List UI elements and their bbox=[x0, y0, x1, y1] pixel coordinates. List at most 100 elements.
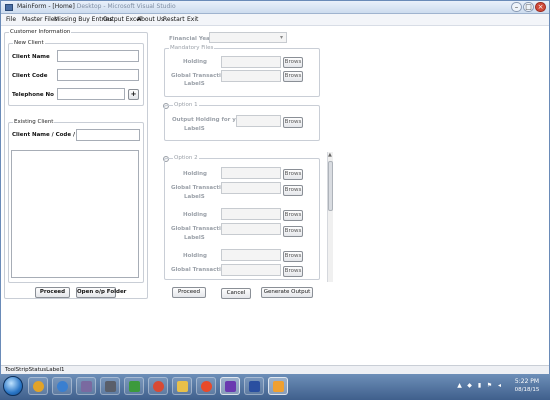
client-code-input[interactable] bbox=[57, 69, 139, 81]
client-search-input[interactable] bbox=[76, 129, 140, 141]
tray-arrow-icon[interactable]: ▲ bbox=[456, 382, 463, 389]
video-icon bbox=[129, 381, 140, 392]
taskbar-app-11[interactable] bbox=[268, 377, 288, 395]
gt-input-3[interactable] bbox=[221, 264, 281, 276]
taskbar-app-9[interactable] bbox=[220, 377, 240, 395]
minimize-button[interactable]: – bbox=[511, 2, 522, 12]
client-name-input[interactable] bbox=[57, 50, 139, 62]
mandatory-gt-input[interactable] bbox=[221, 70, 281, 82]
proceed-button[interactable]: Proceed bbox=[172, 287, 206, 298]
telephone-label: Telephone No bbox=[12, 92, 54, 98]
tray-volume-icon[interactable]: ◂ bbox=[496, 382, 503, 389]
window-title-extra: Desktop - Microsoft Visual Studio bbox=[76, 3, 176, 10]
output-holding-input[interactable] bbox=[236, 115, 281, 127]
menu-restart[interactable]: Restart bbox=[163, 16, 185, 23]
output-holding-label: Output Holding for year bbox=[172, 117, 247, 123]
taskbar-app-7[interactable] bbox=[172, 377, 192, 395]
chrome-icon bbox=[153, 381, 164, 392]
clock-time[interactable]: 5:22 PM bbox=[512, 378, 542, 385]
menu-master-files[interactable]: Master Files bbox=[22, 16, 58, 23]
cancel-button[interactable]: Cancel bbox=[221, 288, 251, 299]
client-list[interactable] bbox=[11, 150, 139, 278]
chevron-down-icon: ▾ bbox=[279, 34, 283, 41]
existing-client-label: Existing Client bbox=[13, 119, 55, 125]
gt-input-1[interactable] bbox=[221, 182, 281, 194]
gt-browse-button-1[interactable]: Brows bbox=[283, 185, 303, 196]
app-icon bbox=[5, 4, 13, 11]
mandatory-files-label: Mandatory Files bbox=[169, 45, 215, 51]
client-code-label: Client Code bbox=[12, 73, 48, 79]
tray-network-icon[interactable]: ▮ bbox=[476, 382, 483, 389]
tray-flag-icon[interactable]: ⚑ bbox=[486, 382, 493, 389]
client-name-label: Client Name bbox=[12, 54, 50, 60]
close-button[interactable]: × bbox=[535, 2, 546, 12]
proceed-client-button[interactable]: Proceed bbox=[35, 287, 70, 298]
taskbar-app-5[interactable] bbox=[124, 377, 144, 395]
browser-icon bbox=[57, 381, 68, 392]
option2-label: Option 2 bbox=[173, 155, 199, 161]
mandatory-gt-browse-button[interactable]: Brows bbox=[283, 71, 303, 82]
taskbar-app-3[interactable] bbox=[76, 377, 96, 395]
network-icon bbox=[249, 381, 260, 392]
taskbar-app-10[interactable] bbox=[244, 377, 264, 395]
title-bar: MainForm - [Home] Desktop - Microsoft Vi… bbox=[1, 1, 549, 14]
taskbar-app-6[interactable] bbox=[148, 377, 168, 395]
customer-info-label: Customer Information bbox=[9, 29, 72, 35]
status-label: ToolStripStatusLabel1 bbox=[5, 367, 65, 373]
scroll-up-icon[interactable]: ▲ bbox=[328, 152, 332, 158]
gt-browse-button-3[interactable]: Brows bbox=[283, 266, 303, 277]
holding-label-2: Holding bbox=[183, 212, 207, 218]
clock-date[interactable]: 08/18/15 bbox=[512, 387, 542, 393]
folder-icon bbox=[177, 381, 188, 392]
holding-input-1[interactable] bbox=[221, 167, 281, 179]
main-window: MainForm - [Home] Desktop - Microsoft Vi… bbox=[0, 0, 550, 400]
taskbar-app-4[interactable] bbox=[100, 377, 120, 395]
add-client-button[interactable]: + bbox=[128, 89, 139, 100]
media-player-icon bbox=[33, 381, 44, 392]
gt-browse-button-2[interactable]: Brows bbox=[283, 226, 303, 237]
maximize-button[interactable]: □ bbox=[523, 2, 534, 12]
financial-year-label: Financial Year bbox=[169, 36, 213, 42]
pen-icon bbox=[105, 381, 116, 392]
mandatory-holding-label: Holding bbox=[183, 59, 207, 65]
mandatory-gt-label: Global Transaction bbox=[171, 73, 229, 79]
gt-label-2: Global Transaction bbox=[171, 226, 229, 232]
holding-input-3[interactable] bbox=[221, 249, 281, 261]
taskbar-app-1[interactable] bbox=[28, 377, 48, 395]
mandatory-holding-input[interactable] bbox=[221, 56, 281, 68]
firefox-icon bbox=[201, 381, 212, 392]
mandatory-gt-label-2: LabelS bbox=[184, 81, 205, 87]
output-holding-label-2: LabelS bbox=[184, 126, 205, 132]
output-holding-browse-button[interactable]: Brows bbox=[283, 117, 303, 128]
mandatory-holding-browse-button[interactable]: Brows bbox=[283, 57, 303, 68]
menu-bar: File Master Files Missing Buy Entries Ou… bbox=[1, 14, 549, 26]
holding-input-2[interactable] bbox=[221, 208, 281, 220]
holding-label-3: Holding bbox=[183, 253, 207, 259]
menu-exit[interactable]: Exit bbox=[187, 16, 198, 23]
financial-year-select[interactable]: ▾ bbox=[209, 32, 287, 43]
gt-label-1: Global Transaction bbox=[171, 185, 229, 191]
gt-input-2[interactable] bbox=[221, 223, 281, 235]
visual-studio-icon bbox=[225, 381, 236, 392]
holding-browse-button-1[interactable]: Brows bbox=[283, 169, 303, 180]
menu-file[interactable]: File bbox=[6, 16, 16, 23]
telephone-input[interactable] bbox=[57, 88, 125, 100]
open-folder-button[interactable]: Open o/p Folder bbox=[76, 287, 126, 298]
holding-label-1: Holding bbox=[183, 171, 207, 177]
gt-label-3: Global Transaction bbox=[171, 267, 229, 273]
holding-browse-button-3[interactable]: Brows bbox=[283, 251, 303, 262]
taskbar-app-2[interactable] bbox=[52, 377, 72, 395]
menu-about-us[interactable]: About Us bbox=[137, 16, 164, 23]
option1-label: Option 1 bbox=[173, 102, 199, 108]
window-title: MainForm - [Home] Desktop - Microsoft Vi… bbox=[17, 3, 176, 10]
menu-output-excel[interactable]: Output Excel bbox=[103, 16, 142, 23]
holding-browse-button-2[interactable]: Brows bbox=[283, 210, 303, 221]
taskbar-app-8[interactable] bbox=[196, 377, 216, 395]
tray-shield-icon[interactable]: ◆ bbox=[466, 382, 473, 389]
gt-label-2b: LabelS bbox=[184, 235, 205, 241]
tools-icon bbox=[81, 381, 92, 392]
scrollbar-thumb[interactable] bbox=[328, 161, 333, 211]
generate-output-button[interactable]: Generate Output bbox=[261, 287, 313, 298]
gt-label-1b: LabelS bbox=[184, 194, 205, 200]
start-button[interactable] bbox=[3, 376, 23, 396]
